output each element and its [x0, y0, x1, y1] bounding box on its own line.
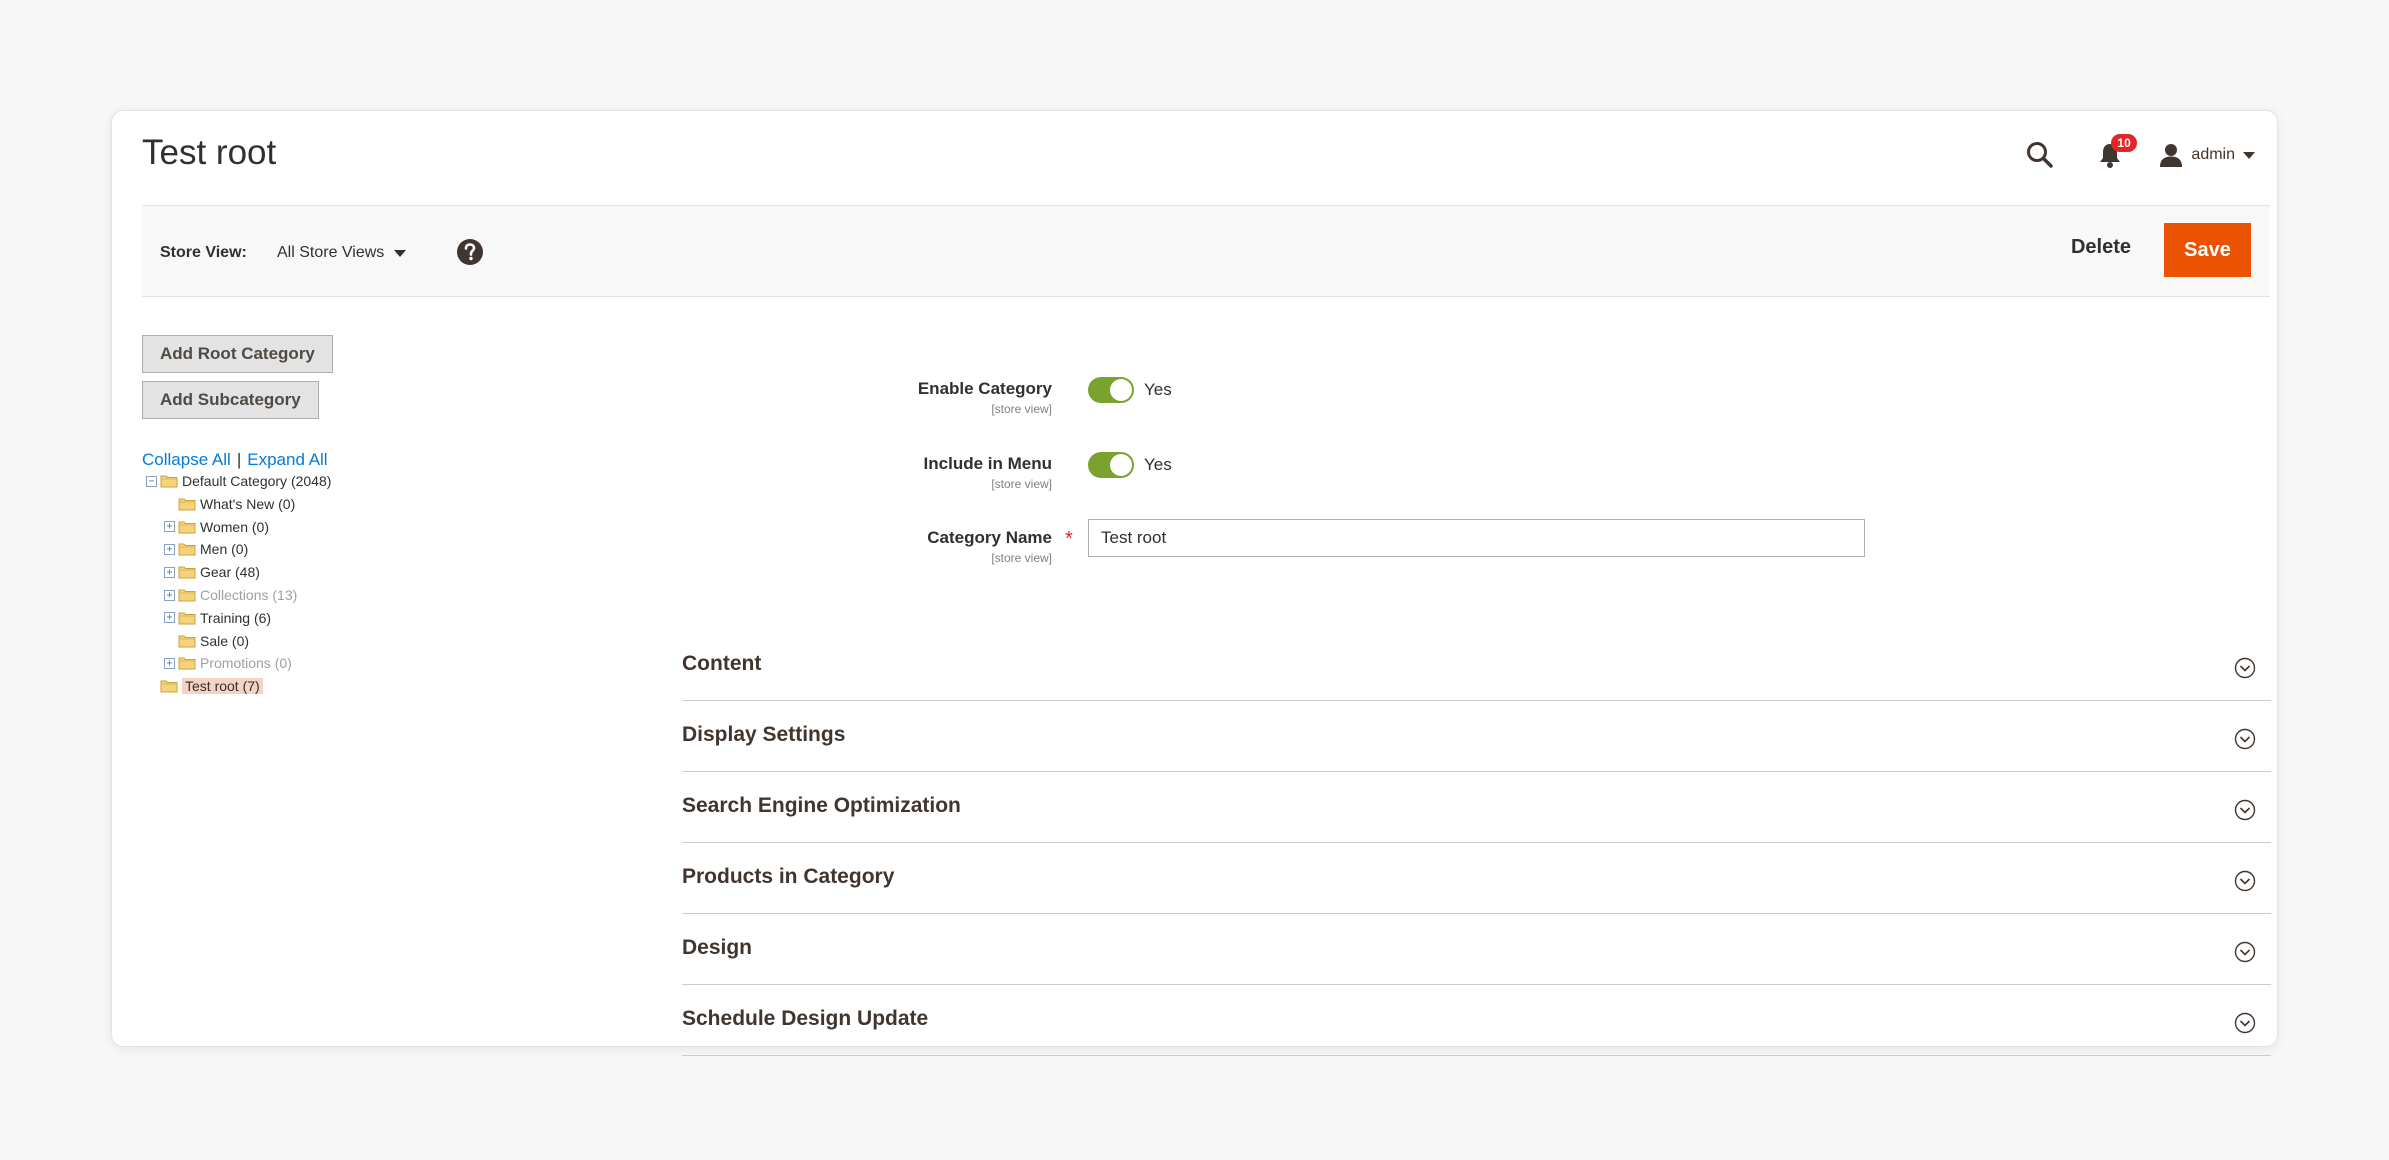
add-subcategory-button[interactable]: Add Subcategory	[142, 381, 319, 419]
tree-node[interactable]: + Training (6)	[164, 608, 271, 628]
add-root-category-button[interactable]: Add Root Category	[142, 335, 333, 373]
tree-expand-icon[interactable]: +	[164, 521, 175, 533]
tree-node-label: Collections (13)	[200, 587, 298, 603]
tree-node-label: Men (0)	[200, 541, 249, 558]
tree-node[interactable]: + Promotions (0)	[164, 653, 292, 673]
enable-category-scope: [store view]	[991, 402, 1052, 416]
tree-expand-icon[interactable]: +	[164, 612, 175, 624]
section-design[interactable]: Design	[682, 914, 2271, 985]
folder-icon	[178, 498, 196, 511]
tree-node[interactable]: Sale (0)	[164, 631, 249, 651]
user-icon	[2160, 144, 2183, 167]
folder-icon	[178, 635, 196, 648]
tree-expand-icon[interactable]: +	[164, 543, 175, 555]
collapse-all-link[interactable]: Collapse All	[142, 450, 231, 469]
section-search-engine-optimization[interactable]: Search Engine Optimization	[682, 772, 2271, 843]
section-products-in-category[interactable]: Products in Category	[682, 843, 2271, 914]
chevron-down-icon	[2234, 941, 2256, 963]
chevron-down-icon	[2234, 657, 2256, 679]
section-title: Display Settings	[682, 723, 846, 746]
tree-node[interactable]: + Gear (48)	[164, 562, 260, 582]
tree-node-label: Promotions (0)	[200, 655, 292, 672]
tree-node[interactable]: + Men (0)	[164, 539, 248, 559]
chevron-down-icon	[2234, 1012, 2256, 1034]
section-title: Products in Category	[682, 865, 895, 888]
chevron-down-icon	[2243, 151, 2255, 159]
section-title: Content	[682, 652, 762, 675]
delete-button[interactable]: Delete	[2071, 236, 2131, 259]
folder-icon	[178, 566, 196, 579]
store-view-label: Store View:	[160, 244, 247, 261]
section-title: Design	[682, 936, 753, 959]
tree-expand-icon[interactable]: +	[164, 657, 175, 669]
tree-controls: Collapse All | Expand All	[142, 450, 328, 470]
tree-node-label: Gear (48)	[200, 564, 260, 581]
tree-node[interactable]: + Collections (13)	[164, 585, 297, 605]
enable-category-value: Yes	[1144, 380, 1172, 399]
folder-icon	[178, 612, 196, 625]
category-edit-card: Test root 10 admin Store View: All Store…	[111, 110, 2278, 1056]
page-title: Test root	[142, 133, 277, 172]
tree-node-label: Training (6)	[200, 609, 272, 626]
include-in-menu-value: Yes	[1144, 455, 1172, 474]
folder-icon	[178, 521, 196, 534]
tree-node[interactable]: What's New (0)	[164, 494, 295, 514]
folder-icon	[178, 657, 196, 670]
section-schedule-design-update[interactable]: Schedule Design Update	[682, 985, 2271, 1056]
tree-expand-icon[interactable]: +	[164, 566, 175, 578]
required-marker: *	[1065, 528, 1073, 550]
tree-node[interactable]: Test root (7)	[146, 676, 263, 696]
section-content[interactable]: Content	[682, 630, 2271, 701]
store-view-switcher[interactable]: All Store Views	[277, 244, 407, 262]
enable-category-toggle[interactable]	[1088, 377, 1134, 403]
section-title: Search Engine Optimization	[682, 794, 961, 817]
tree-node-label: Sale (0)	[200, 632, 250, 649]
tree-node-label: Default Category (2048)	[182, 473, 332, 489]
chevron-down-icon	[2234, 799, 2256, 821]
tree-controls-separator: |	[236, 450, 242, 469]
include-in-menu-scope: [store view]	[991, 477, 1052, 491]
user-name: admin	[2191, 146, 2235, 163]
tree-expand-icon[interactable]: +	[164, 589, 175, 601]
tree-node-label: Women (0)	[200, 518, 269, 535]
store-view-value: All Store Views	[277, 244, 385, 261]
user-menu[interactable]: admin	[2159, 143, 2255, 167]
section-title: Schedule Design Update	[682, 1007, 929, 1030]
folder-icon	[160, 475, 178, 488]
category-name-label: Category Name	[927, 528, 1052, 547]
category-name-scope: [store view]	[991, 551, 1052, 565]
save-button[interactable]: Save	[2164, 223, 2251, 277]
folder-icon	[178, 543, 196, 556]
tree-collapse-icon[interactable]: −	[146, 475, 157, 487]
tree-node[interactable]: − Default Category (2048)	[146, 471, 331, 491]
header-actions: 10 admin	[2025, 134, 2255, 175]
search-icon[interactable]	[2025, 140, 2055, 170]
folder-icon	[160, 680, 178, 693]
tree-node[interactable]: + Women (0)	[164, 517, 269, 537]
chevron-down-icon	[2234, 870, 2256, 892]
expand-all-link[interactable]: Expand All	[247, 450, 327, 469]
help-icon[interactable]	[456, 238, 484, 266]
notifications-button[interactable]: 10	[2095, 134, 2137, 170]
section-display-settings[interactable]: Display Settings	[682, 701, 2271, 772]
folder-icon	[178, 589, 196, 602]
chevron-down-icon	[2234, 728, 2256, 750]
tree-node-label: Test root (7)	[182, 678, 263, 695]
include-in-menu-label: Include in Menu	[923, 454, 1052, 473]
tree-node-label: What's New (0)	[200, 495, 296, 512]
category-name-input[interactable]	[1088, 519, 1865, 557]
notifications-count-badge: 10	[2111, 134, 2137, 152]
include-in-menu-toggle[interactable]	[1088, 452, 1134, 478]
store-view-toolbar: Store View: All Store Views Delete Save	[142, 205, 2270, 297]
enable-category-label: Enable Category	[917, 379, 1052, 398]
chevron-down-icon	[394, 249, 407, 257]
